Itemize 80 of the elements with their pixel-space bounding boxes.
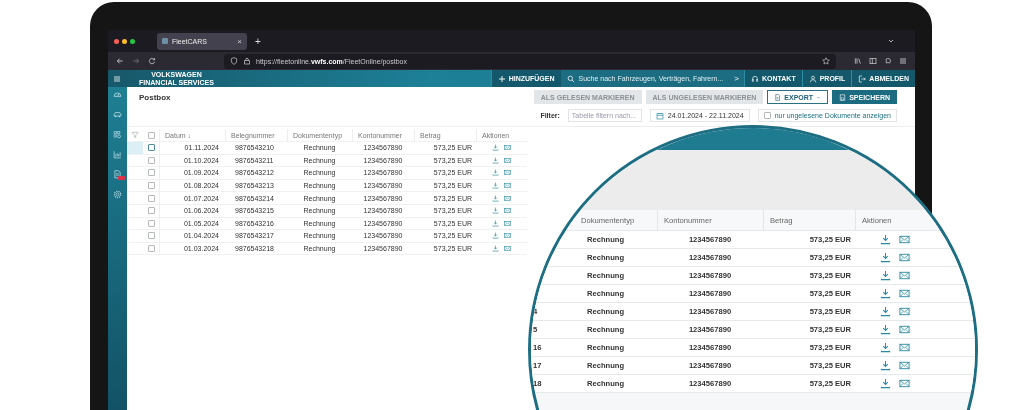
download-icon[interactable] xyxy=(492,194,499,202)
row-checkbox[interactable] xyxy=(147,182,155,190)
mail-icon[interactable] xyxy=(899,360,910,371)
row-checkbox[interactable] xyxy=(147,245,155,253)
download-icon[interactable] xyxy=(880,288,891,299)
download-icon[interactable] xyxy=(492,156,499,164)
download-icon[interactable] xyxy=(492,207,499,215)
chevron-down-icon[interactable] xyxy=(887,37,895,45)
download-icon[interactable] xyxy=(880,360,891,371)
download-icon[interactable] xyxy=(492,232,499,240)
puzzle-icon[interactable] xyxy=(884,57,892,65)
mail-icon[interactable] xyxy=(899,342,910,353)
new-tab-button[interactable]: + xyxy=(255,35,261,47)
mail-icon[interactable] xyxy=(504,156,511,164)
mail-icon[interactable] xyxy=(504,245,511,253)
calendar-icon xyxy=(655,111,664,120)
window-minimize-button[interactable] xyxy=(122,38,127,44)
settings-icon[interactable] xyxy=(113,190,122,199)
mail-icon[interactable] xyxy=(504,207,511,215)
headset-icon xyxy=(750,74,759,83)
row-checkbox[interactable] xyxy=(147,169,155,177)
reload-icon[interactable] xyxy=(148,57,156,65)
download-icon[interactable] xyxy=(880,306,891,317)
page-title: Postbox xyxy=(139,93,171,102)
star-icon[interactable] xyxy=(822,57,830,65)
select-all-checkbox[interactable] xyxy=(147,131,155,139)
grid-icon[interactable] xyxy=(113,130,122,139)
shield-icon xyxy=(230,57,238,65)
favicon-icon xyxy=(162,38,168,44)
document-icon[interactable] xyxy=(113,170,122,179)
search-go-button[interactable]: > xyxy=(729,70,744,87)
caret-icon xyxy=(816,94,822,100)
gauge-icon[interactable] xyxy=(113,90,122,99)
mail-icon[interactable] xyxy=(504,182,511,190)
filter-icon[interactable] xyxy=(131,131,139,139)
plus-icon xyxy=(497,74,506,83)
row-checkbox[interactable] xyxy=(147,144,155,152)
row-checkbox[interactable] xyxy=(147,232,155,240)
library-icon[interactable] xyxy=(854,57,862,65)
tab-close-button[interactable]: × xyxy=(237,36,242,46)
mail-icon[interactable] xyxy=(899,270,910,281)
save-icon xyxy=(839,93,847,101)
download-icon[interactable] xyxy=(880,324,891,335)
download-icon[interactable] xyxy=(880,378,891,389)
mail-icon[interactable] xyxy=(504,169,511,177)
file-icon xyxy=(774,93,782,101)
search-icon xyxy=(566,74,575,83)
lock-icon xyxy=(243,57,251,65)
sidebar-icon[interactable] xyxy=(869,57,877,65)
back-icon[interactable] xyxy=(116,57,124,65)
mail-icon[interactable] xyxy=(504,194,511,202)
mail-icon[interactable] xyxy=(504,219,511,227)
download-icon[interactable] xyxy=(492,182,499,190)
download-icon[interactable] xyxy=(880,342,891,353)
download-icon[interactable] xyxy=(880,270,891,281)
row-checkbox[interactable] xyxy=(147,207,155,215)
window-zoom-button[interactable] xyxy=(130,38,135,44)
download-icon[interactable] xyxy=(492,169,499,177)
row-checkbox[interactable] xyxy=(147,156,155,164)
mail-icon[interactable] xyxy=(504,144,511,152)
bar-chart-icon[interactable] xyxy=(113,150,122,159)
download-icon[interactable] xyxy=(492,219,499,227)
mail-icon[interactable] xyxy=(504,232,511,240)
car-icon[interactable] xyxy=(113,110,122,119)
download-icon[interactable] xyxy=(492,245,499,253)
mail-icon[interactable] xyxy=(899,234,910,245)
mail-icon[interactable] xyxy=(899,378,910,389)
download-icon[interactable] xyxy=(880,234,891,245)
download-icon[interactable] xyxy=(492,144,499,152)
download-icon[interactable] xyxy=(880,252,891,263)
mail-icon[interactable] xyxy=(899,288,910,299)
mail-icon[interactable] xyxy=(899,324,910,335)
window-close-button[interactable] xyxy=(114,38,119,44)
mail-icon[interactable] xyxy=(899,252,910,263)
person-icon xyxy=(808,74,817,83)
row-checkbox[interactable] xyxy=(147,194,155,202)
logout-icon xyxy=(858,74,867,83)
forward-icon[interactable] xyxy=(132,57,140,65)
row-checkbox[interactable] xyxy=(147,219,155,227)
mail-icon[interactable] xyxy=(899,306,910,317)
